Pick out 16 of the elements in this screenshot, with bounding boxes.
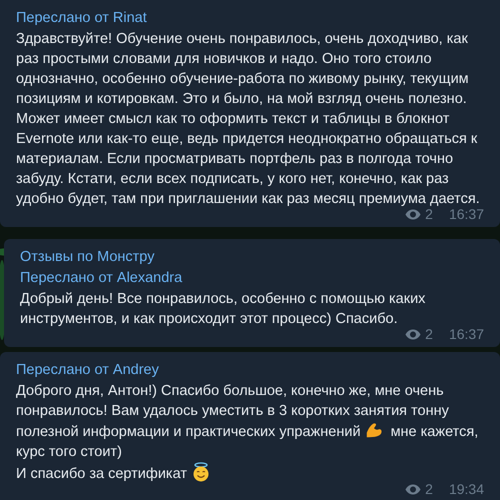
message-time: 16:37 [448, 206, 484, 223]
forwarded-from[interactable]: Переслано от Andrey [16, 360, 484, 381]
forwarded-from[interactable]: Переслано от Rinat [16, 8, 484, 29]
flexed-arm-icon [364, 421, 383, 439]
message-time: 16:37 [448, 325, 484, 343]
channel-name[interactable]: Отзывы по Монстру [20, 247, 484, 268]
view-count: 2 [425, 325, 433, 343]
view-count: 2 [425, 206, 433, 223]
message-text: Добрый день! Все понравилось, особенно с помощью каких инструментов, и как происходит этот процесс) Спасибо. [20, 290, 426, 329]
eye-icon [405, 208, 422, 220]
eye-icon [405, 328, 422, 340]
message-text: Доброго дня, Антон!) Спасибо большое, конечно же, мне очень понравилось! Вам удалось уместить в 3 коротких занятия тонну полезной информации и практических упражнений мне кажется, курс того стоит) [16, 382, 480, 462]
forwarded-from[interactable]: Переслано от Alexandra [20, 268, 484, 289]
halo-smiley-icon [190, 462, 211, 482]
eye-icon [405, 484, 422, 494]
message-text: Здравствуйте! Обучение очень понравилось, очень доходчиво, как раз простыми словами для новичков и надо. Оно того стоило однозначно, особенно обучение-работа по живому рынку, текущим позициям и котировкам. Это и было, на мой взгляд очень полезно. Может имеет смысл как то оформить текст и таблицы в блокнот Evernote или как-то еще, ведь придется неоднократно обращаться к материалам. Если просматривать портфель раз в полгода точно забуду. Кстати, если всех подписать, у кого нет, конечно, как раз удобно будет, там при приглашении как раз месяц премиума дается. [16, 30, 481, 209]
